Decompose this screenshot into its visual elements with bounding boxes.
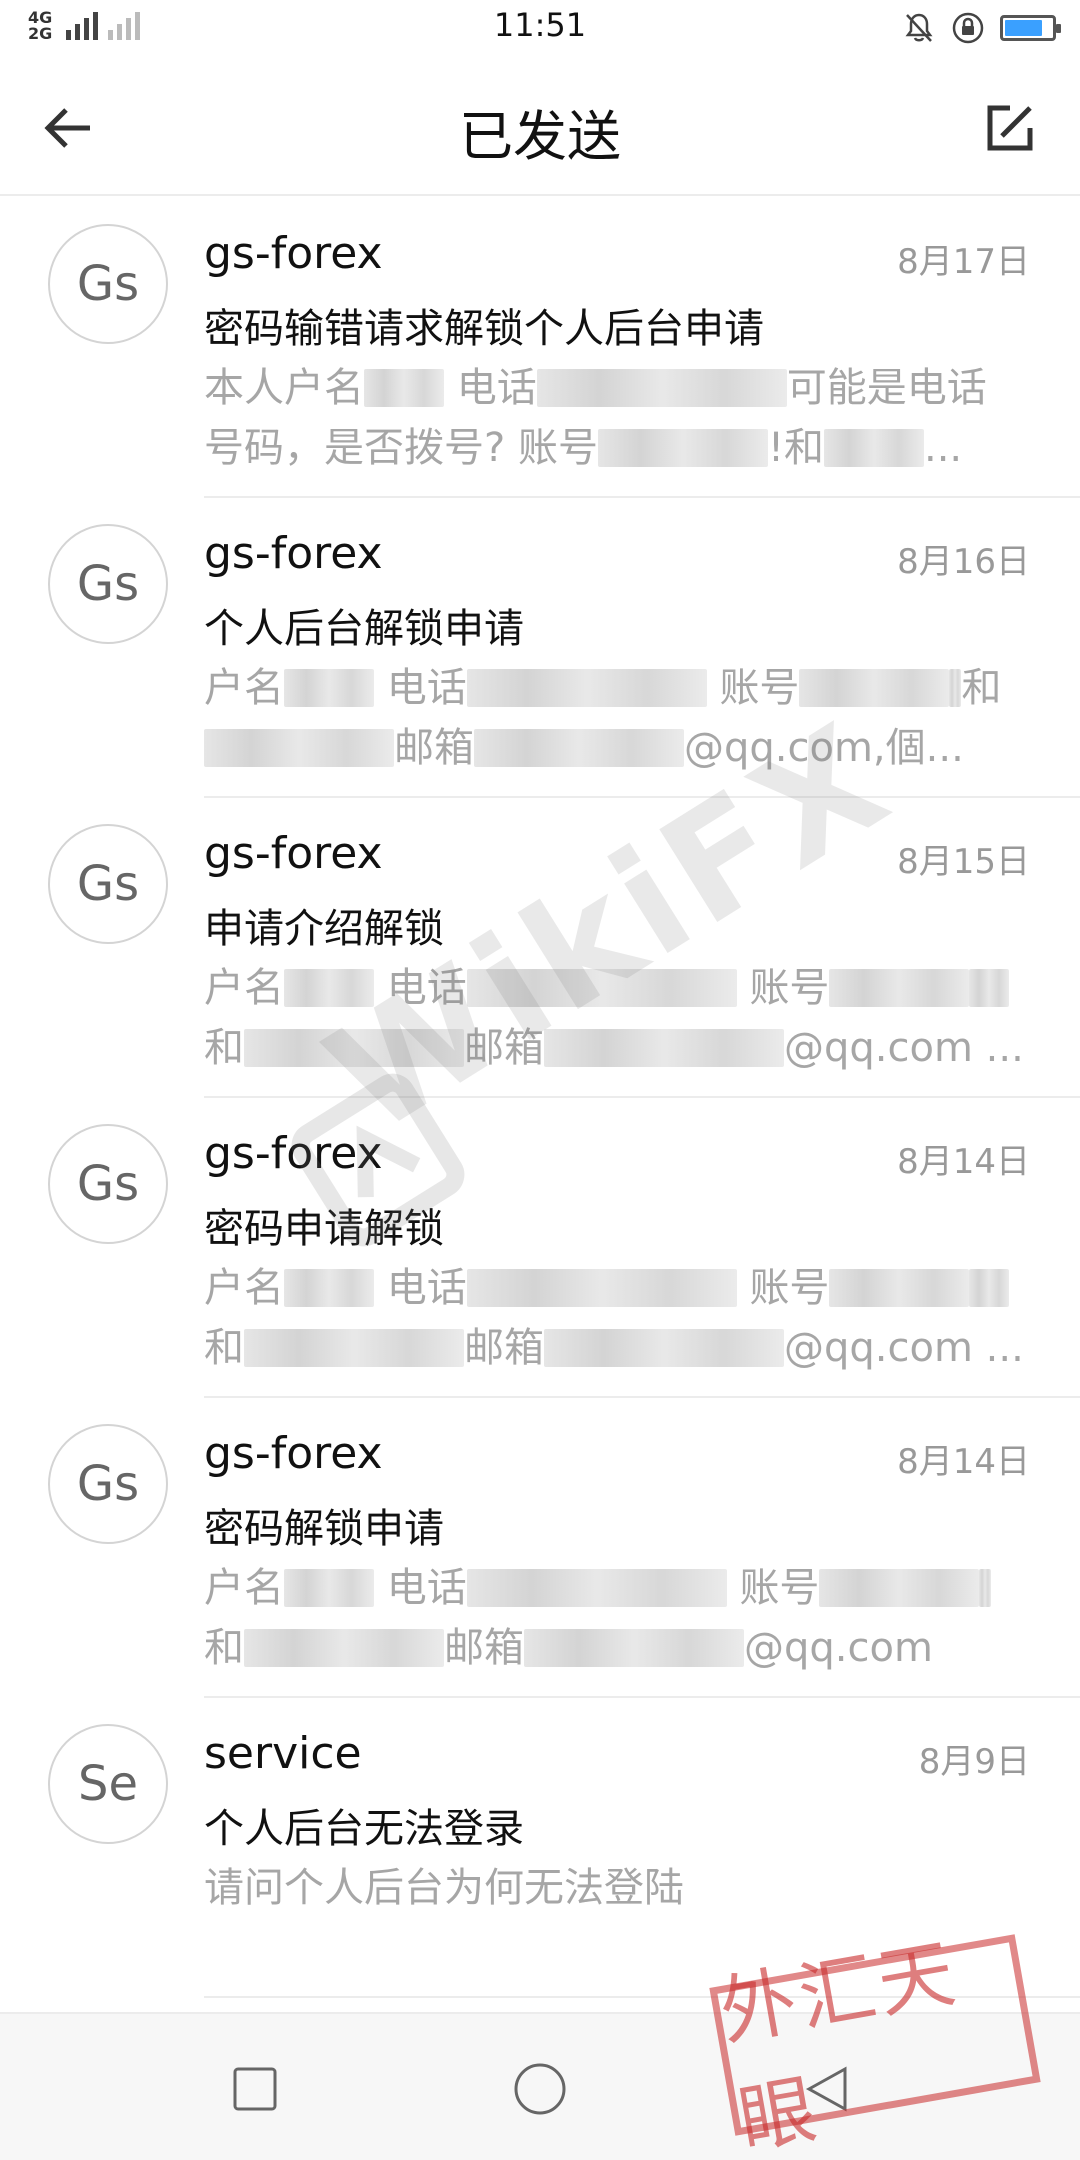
screen: 4G 2G 11:51 已发送 Gs gs-forex 8月17日 密码输错请求… bbox=[0, 0, 1080, 2160]
mail-date: 8月14日 bbox=[897, 1142, 1030, 1182]
system-back-button[interactable] bbox=[792, 2054, 862, 2124]
back-button[interactable] bbox=[36, 96, 100, 160]
page-title: 已发送 bbox=[459, 105, 621, 168]
mail-date: 8月17日 bbox=[897, 242, 1030, 282]
mail-item[interactable]: Gs gs-forex 8月17日 密码输错请求解锁个人后台申请 本人户名 电话… bbox=[0, 198, 1080, 498]
mail-date: 8月15日 bbox=[897, 842, 1030, 882]
sender-name: service bbox=[204, 1728, 362, 1779]
battery-icon bbox=[1000, 15, 1061, 41]
bell-muted-icon bbox=[905, 13, 933, 42]
system-nav-bar bbox=[0, 2012, 1080, 2160]
mail-subject: 密码输错请求解锁个人后台申请 bbox=[204, 306, 764, 352]
sender-name: gs-forex bbox=[204, 1428, 383, 1479]
mail-item[interactable]: Gs gs-forex 8月15日 申请介绍解锁 户名 电话 账号和 邮箱 @qq.… bbox=[0, 798, 1080, 1098]
mail-preview: 请问个人后台为何无法登陆 bbox=[204, 1865, 684, 1911]
mail-subject: 密码申请解锁 bbox=[204, 1206, 444, 1252]
circle-icon bbox=[514, 2063, 566, 2115]
compose-button[interactable] bbox=[978, 96, 1042, 160]
mail-list: Gs gs-forex 8月17日 密码输错请求解锁个人后台申请 本人户名 电话… bbox=[0, 198, 1080, 1998]
sender-name: gs-forex bbox=[204, 228, 383, 279]
avatar: Gs bbox=[48, 1424, 168, 1544]
mail-preview: 户名 电话 账号和 邮箱 @qq.com ... bbox=[204, 965, 1024, 1071]
mail-subject: 个人后台无法登录 bbox=[204, 1806, 524, 1852]
mail-subject: 申请介绍解锁 bbox=[204, 906, 444, 952]
sender-name: gs-forex bbox=[204, 828, 383, 879]
sender-name: gs-forex bbox=[204, 1128, 383, 1179]
avatar: Gs bbox=[48, 824, 168, 944]
mail-preview: 户名 电话 账号 和邮箱 @qq.com,個... bbox=[204, 665, 1002, 771]
mail-item[interactable]: Se service 8月9日 个人后台无法登录 请问个人后台为何无法登陆 bbox=[0, 1698, 1080, 1998]
mail-subject: 个人后台解锁申请 bbox=[204, 606, 524, 652]
mail-item[interactable]: Gs gs-forex 8月16日 个人后台解锁申请 户名 电话 账号 和邮箱 @q… bbox=[0, 498, 1080, 798]
mail-preview: 户名 电话 账号和 邮箱 @qq.com ... bbox=[204, 1265, 1024, 1371]
mail-preview: 户名 电话 账号和 邮箱 @qq.com bbox=[204, 1558, 1024, 1680]
mail-preview: 本人户名 电话 可能是电话号码，是否拨号? 账号 !和... bbox=[204, 365, 987, 471]
square-icon bbox=[233, 2067, 277, 2111]
sender-name: gs-forex bbox=[204, 528, 383, 579]
mail-date: 8月14日 bbox=[897, 1442, 1030, 1482]
home-button[interactable] bbox=[505, 2054, 575, 2124]
triangle-back-icon bbox=[805, 2066, 847, 2112]
mail-date: 8月16日 bbox=[897, 542, 1030, 582]
status-icons bbox=[902, 10, 1061, 46]
avatar: Se bbox=[48, 1724, 168, 1844]
mail-date: 8月9日 bbox=[918, 1742, 1030, 1782]
app-header: 已发送 bbox=[0, 64, 1080, 196]
rotation-lock-icon bbox=[952, 12, 984, 44]
status-bar: 4G 2G 11:51 bbox=[0, 0, 1080, 56]
avatar: Gs bbox=[48, 224, 168, 344]
mail-item[interactable]: Gs gs-forex 8月14日 密码解锁申请 户名 电话 账号和 邮箱 @qq.… bbox=[0, 1398, 1080, 1698]
compose-icon bbox=[987, 105, 1033, 151]
mail-item[interactable]: Gs gs-forex 8月14日 密码申请解锁 户名 电话 账号和 邮箱 @qq.… bbox=[0, 1098, 1080, 1398]
mail-subject: 密码解锁申请 bbox=[204, 1506, 444, 1552]
avatar: Gs bbox=[48, 524, 168, 644]
arrow-left-icon bbox=[44, 108, 90, 148]
avatar: Gs bbox=[48, 1124, 168, 1244]
recent-apps-button[interactable] bbox=[220, 2054, 290, 2124]
